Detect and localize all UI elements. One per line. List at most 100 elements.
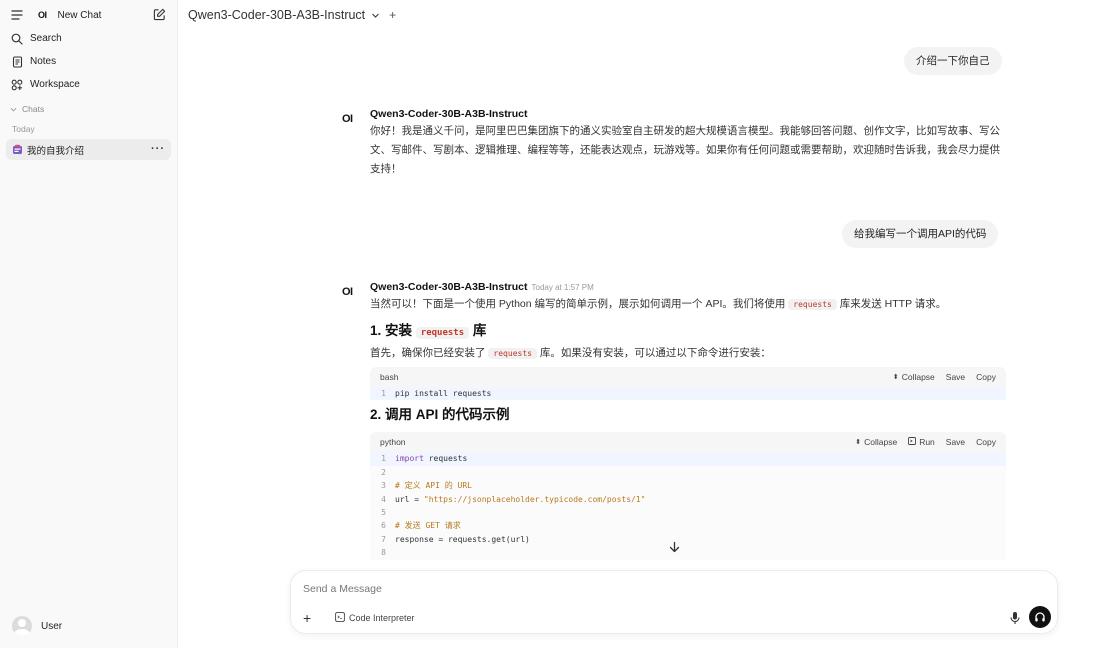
inline-code: requests	[488, 348, 537, 359]
menu-icon[interactable]	[10, 8, 24, 22]
code-body[interactable]: 1 import requests 2 3 # 定义 API 的 URL 4 u…	[370, 452, 1006, 560]
code-text: pip install requests	[395, 389, 492, 398]
code-language: python	[380, 437, 406, 448]
sidebar-item-notes[interactable]: Notes	[0, 50, 177, 73]
collapse-button[interactable]: ⬍ Collapse	[855, 437, 897, 447]
sidebar-item-label: Notes	[30, 56, 57, 67]
code-token: url =	[395, 494, 424, 504]
user-menu[interactable]: User	[12, 616, 62, 636]
code-line: 3 # 定义 API 的 URL	[370, 479, 1006, 492]
copy-button[interactable]: Copy	[976, 372, 996, 382]
message-input[interactable]	[303, 581, 1003, 597]
assistant-logo: OI	[342, 286, 353, 298]
inline-code: requests	[415, 327, 470, 339]
message-timestamp: Today at 1:57 PM	[531, 283, 594, 292]
assistant-name: Qwen3-Coder-30B-A3B-Instruct	[370, 281, 528, 293]
chat-item-title: 我的自我介绍	[27, 145, 85, 157]
assistant-header: Qwen3-Coder-30B-A3B-Instruct Today at 1:5…	[370, 280, 1070, 295]
chevron-down-icon[interactable]	[371, 11, 380, 20]
model-selector[interactable]: Qwen3-Coder-30B-A3B-Instruct	[188, 8, 365, 22]
arrow-down-icon	[669, 540, 680, 558]
collapse-button[interactable]: ⬍ Collapse	[893, 372, 935, 382]
voice-mode-button[interactable]	[1029, 606, 1051, 628]
copy-button[interactable]: Copy	[976, 437, 996, 447]
code-block-bash: bash ⬍ Collapse Save Copy 1 pip install …	[370, 367, 1006, 401]
sidebar-header: OI New Chat	[0, 0, 177, 30]
toggle-label: Code Interpreter	[349, 613, 415, 623]
code-line: 8	[370, 546, 1006, 559]
sidebar-item-label: Search	[30, 33, 62, 44]
code-token: requests	[423, 454, 468, 464]
add-attachment-button[interactable]: +	[303, 610, 311, 626]
assistant-message: OI Qwen3-Coder-30B-A3B-Instruct 你好！我是通义千…	[342, 107, 1070, 179]
assistant-name: Qwen3-Coder-30B-A3B-Instruct	[370, 108, 528, 120]
user-message: 给我编写一个调用API的代码	[842, 220, 999, 248]
line-number: 5	[381, 507, 386, 517]
line-number: 1	[381, 454, 386, 464]
save-button[interactable]: Save	[946, 372, 965, 382]
chat-emoji-icon	[12, 144, 23, 155]
button-label: Run	[919, 437, 935, 448]
section-heading: 2. 调用 API 的代码示例	[370, 407, 510, 423]
chat-main: Qwen3-Coder-30B-A3B-Instruct + 介绍一下你自己 O…	[178, 0, 1098, 648]
line-number: 8	[381, 548, 386, 558]
code-text: response = requests.get(url)	[395, 534, 530, 544]
collapse-icon: ⬍	[855, 439, 862, 447]
add-model-button[interactable]: +	[389, 8, 396, 22]
code-text: url = "https://jsonplaceholder.typicode.…	[390, 493, 645, 506]
more-options-icon[interactable]: ···	[151, 144, 165, 155]
save-button[interactable]: Save	[946, 437, 965, 447]
collapse-icon: ⬍	[892, 374, 899, 381]
scroll-to-bottom-button[interactable]	[666, 541, 682, 557]
assistant-intro: 当然可以！下面是一个使用 Python 编写的简单示例，展示如何调用一个 API…	[370, 295, 1070, 314]
code-actions: ⬍ Collapse Save Copy	[893, 372, 996, 382]
code-line: 2	[370, 466, 1006, 479]
code-interpreter-toggle[interactable]: Code Interpreter	[335, 612, 415, 624]
code-keyword: import	[395, 454, 424, 464]
paragraph: 首先，确保你已经安装了 requests 库。如果没有安装，可以通过以下命令进行…	[370, 344, 1070, 363]
sidebar-item-label: Workspace	[30, 79, 80, 90]
text-segment: 当然可以！下面是一个使用 Python 编写的简单示例，展示如何调用一个 API…	[370, 298, 786, 310]
code-comment: # 发送 GET 请求	[395, 521, 461, 531]
compose-icon[interactable]	[153, 8, 167, 22]
workspace-icon	[10, 78, 24, 92]
headphones-icon	[1034, 611, 1046, 623]
button-label: Collapse	[901, 372, 935, 382]
chat-item[interactable]: 我的自我介绍 ···	[6, 139, 171, 160]
user-name: User	[41, 620, 63, 632]
microphone-icon[interactable]	[1009, 611, 1021, 625]
heading-text: 库	[472, 323, 487, 338]
search-icon	[10, 32, 24, 46]
code-block-python: python ⬍ Collapse Run Save Copy 1 import…	[370, 432, 1006, 560]
line-number: 7	[381, 534, 386, 544]
inline-code: requests	[788, 299, 837, 310]
run-icon	[908, 437, 917, 447]
code-line: 1 import requests	[370, 452, 1006, 466]
heading-text: 1. 安装	[370, 323, 413, 338]
logo[interactable]: OI	[38, 10, 47, 20]
sidebar-item-workspace[interactable]: Workspace	[0, 73, 177, 96]
code-body[interactable]: 1 pip install requests	[370, 387, 1006, 401]
chevron-down-icon	[10, 106, 17, 113]
line-number: 4	[381, 494, 386, 504]
code-actions: ⬍ Collapse Run Save Copy	[855, 437, 996, 447]
assistant-logo: OI	[342, 113, 353, 125]
sidebar-item-search[interactable]: Search	[0, 27, 177, 50]
code-line: 6 # 发送 GET 请求	[370, 519, 1006, 532]
app-root: OI New Chat Search Notes Workspace Chats…	[0, 0, 1098, 648]
run-button[interactable]: Run	[908, 437, 935, 447]
code-string: "https://jsonplaceholder.typicode.com/po…	[423, 494, 646, 504]
new-chat-button[interactable]: New Chat	[58, 10, 102, 21]
section-heading: 1. 安装 requests 库	[370, 320, 1070, 342]
code-text: import requests	[390, 452, 467, 465]
line-number: 6	[381, 521, 386, 531]
message-composer: + Code Interpreter	[290, 570, 1058, 634]
code-language: bash	[380, 372, 399, 382]
chats-section-toggle[interactable]: Chats	[0, 99, 177, 119]
avatar	[12, 616, 32, 636]
text-segment: 库来发送 HTTP 请求。	[839, 298, 947, 310]
code-line: 1 pip install requests	[370, 387, 1006, 401]
line-number: 2	[381, 467, 386, 477]
